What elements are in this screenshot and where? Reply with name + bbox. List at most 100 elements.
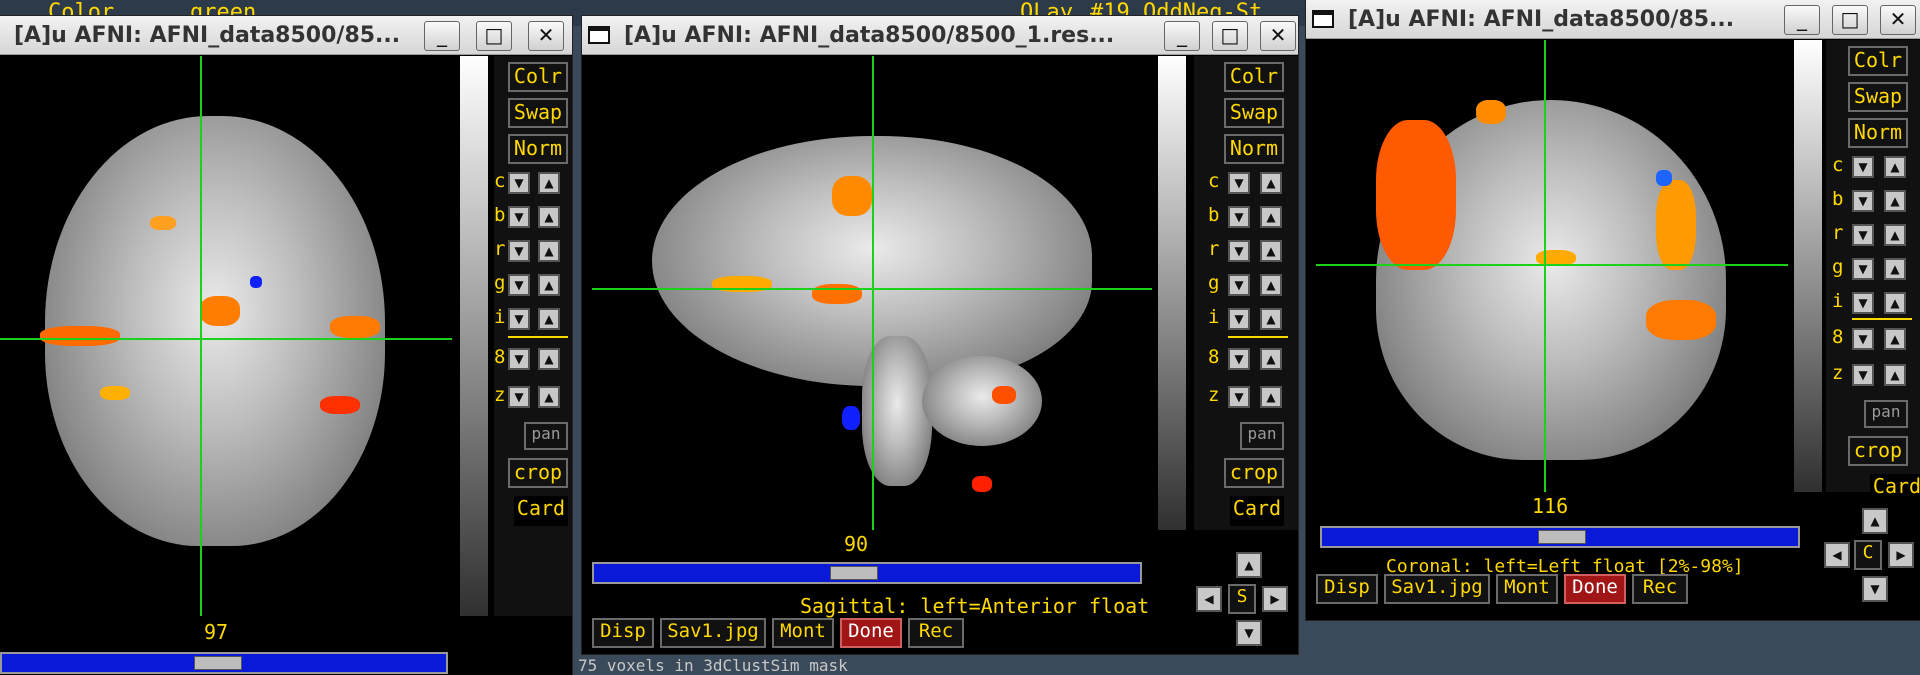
arrow-down-icon[interactable]: ▼ xyxy=(508,172,530,194)
arrow-down-icon[interactable]: ▼ xyxy=(1228,206,1250,228)
slider-thumb[interactable] xyxy=(830,566,878,580)
arrow-down-icon[interactable]: ▼ xyxy=(508,206,530,228)
arrow-down-icon[interactable]: ▼ xyxy=(1228,274,1250,296)
save-button[interactable]: Sav1.jpg xyxy=(1384,574,1490,604)
mont-button[interactable]: Mont xyxy=(1496,574,1558,604)
minimize-button[interactable]: _ xyxy=(424,21,460,51)
done-button[interactable]: Done xyxy=(840,618,902,648)
coronal-image-view[interactable] xyxy=(1316,40,1788,492)
swap-button[interactable]: Swap xyxy=(1848,82,1908,112)
window-menu-icon[interactable] xyxy=(588,26,610,44)
arrow-right-icon[interactable]: ▶ xyxy=(1888,542,1914,568)
arrow-down-icon[interactable]: ▼ xyxy=(1236,620,1262,646)
arrow-down-icon[interactable]: ▼ xyxy=(508,274,530,296)
arrow-down-icon[interactable]: ▼ xyxy=(1852,224,1874,246)
arrow-up-icon[interactable]: ▲ xyxy=(1260,206,1282,228)
arrow-up-icon[interactable]: ▲ xyxy=(1884,258,1906,280)
window-menu-icon[interactable] xyxy=(1312,10,1334,28)
arrow-up-icon[interactable]: ▲ xyxy=(538,308,560,330)
arrow-up-icon[interactable]: ▲ xyxy=(538,386,560,408)
arrow-down-icon[interactable]: ▼ xyxy=(508,386,530,408)
colr-button[interactable]: Colr xyxy=(508,62,568,92)
done-button[interactable]: Done xyxy=(1564,574,1626,604)
arrow-up-icon[interactable]: ▲ xyxy=(538,274,560,296)
maximize-button[interactable]: □ xyxy=(1212,21,1248,51)
arrow-down-icon[interactable]: ▼ xyxy=(1852,190,1874,212)
center-button[interactable]: C xyxy=(1854,540,1882,570)
rec-button[interactable]: Rec xyxy=(908,618,964,648)
arrow-up-icon[interactable]: ▲ xyxy=(1260,172,1282,194)
arrow-up-icon[interactable]: ▲ xyxy=(1260,348,1282,370)
close-button[interactable]: ✕ xyxy=(528,21,564,51)
arrow-down-icon[interactable]: ▼ xyxy=(1228,172,1250,194)
crop-button[interactable]: crop xyxy=(508,458,568,488)
slice-slider[interactable] xyxy=(0,652,448,674)
arrow-left-icon[interactable]: ◀ xyxy=(1196,586,1222,612)
swap-button[interactable]: Swap xyxy=(508,98,568,128)
arrow-down-icon[interactable]: ▼ xyxy=(508,308,530,330)
minimize-button[interactable]: _ xyxy=(1164,21,1200,51)
crop-button[interactable]: crop xyxy=(1224,458,1284,488)
maximize-button[interactable]: □ xyxy=(476,21,512,51)
arrow-up-icon[interactable]: ▲ xyxy=(1236,552,1262,578)
slice-slider[interactable] xyxy=(1320,526,1800,548)
arrow-up-icon[interactable]: ▲ xyxy=(1862,508,1888,534)
rec-button[interactable]: Rec xyxy=(1632,574,1688,604)
close-button[interactable]: ✕ xyxy=(1260,21,1296,51)
arrow-up-icon[interactable]: ▲ xyxy=(1260,308,1282,330)
sagittal-image-view[interactable] xyxy=(592,56,1152,530)
arrow-down-icon[interactable]: ▼ xyxy=(1852,328,1874,350)
arrow-down-icon[interactable]: ▼ xyxy=(1852,292,1874,314)
disp-button[interactable]: Disp xyxy=(592,618,654,648)
colr-button[interactable]: Colr xyxy=(1848,46,1908,76)
arrow-down-icon[interactable]: ▼ xyxy=(1852,258,1874,280)
arrow-down-icon[interactable]: ▼ xyxy=(508,240,530,262)
arrow-up-icon[interactable]: ▲ xyxy=(538,348,560,370)
arrow-up-icon[interactable]: ▲ xyxy=(538,240,560,262)
arrow-left-icon[interactable]: ◀ xyxy=(1824,542,1850,568)
crop-button[interactable]: crop xyxy=(1848,436,1908,466)
arrow-down-icon[interactable]: ▼ xyxy=(1228,348,1250,370)
arrow-down-icon[interactable]: ▼ xyxy=(1228,308,1250,330)
pan-button[interactable]: pan xyxy=(1240,422,1284,450)
arrow-up-icon[interactable]: ▲ xyxy=(538,172,560,194)
norm-button[interactable]: Norm xyxy=(1848,118,1908,148)
card-button[interactable]: Card xyxy=(514,496,568,526)
slider-thumb[interactable] xyxy=(194,656,242,670)
card-button[interactable]: Card xyxy=(1870,474,1920,504)
axial-image-view[interactable] xyxy=(0,56,452,616)
arrow-up-icon[interactable]: ▲ xyxy=(1260,274,1282,296)
arrow-down-icon[interactable]: ▼ xyxy=(1228,240,1250,262)
norm-button[interactable]: Norm xyxy=(1224,134,1284,164)
pan-button[interactable]: pan xyxy=(1864,400,1908,428)
maximize-button[interactable]: □ xyxy=(1832,5,1868,35)
arrow-up-icon[interactable]: ▲ xyxy=(538,206,560,228)
center-button[interactable]: S xyxy=(1228,584,1256,614)
arrow-down-icon[interactable]: ▼ xyxy=(1228,386,1250,408)
arrow-up-icon[interactable]: ▲ xyxy=(1884,156,1906,178)
disp-button[interactable]: Disp xyxy=(1316,574,1378,604)
arrow-up-icon[interactable]: ▲ xyxy=(1884,328,1906,350)
save-button[interactable]: Sav1.jpg xyxy=(660,618,766,648)
arrow-down-icon[interactable]: ▼ xyxy=(508,348,530,370)
minimize-button[interactable]: _ xyxy=(1784,5,1820,35)
arrow-down-icon[interactable]: ▼ xyxy=(1852,364,1874,386)
norm-button[interactable]: Norm xyxy=(508,134,568,164)
arrow-up-icon[interactable]: ▲ xyxy=(1260,240,1282,262)
slider-thumb[interactable] xyxy=(1538,530,1586,544)
colr-button[interactable]: Colr xyxy=(1224,62,1284,92)
arrow-up-icon[interactable]: ▲ xyxy=(1884,190,1906,212)
slice-slider[interactable] xyxy=(592,562,1142,584)
swap-button[interactable]: Swap xyxy=(1224,98,1284,128)
arrow-up-icon[interactable]: ▲ xyxy=(1884,292,1906,314)
close-button[interactable]: ✕ xyxy=(1880,5,1916,35)
arrow-up-icon[interactable]: ▲ xyxy=(1260,386,1282,408)
mont-button[interactable]: Mont xyxy=(772,618,834,648)
arrow-up-icon[interactable]: ▲ xyxy=(1884,224,1906,246)
arrow-up-icon[interactable]: ▲ xyxy=(1884,364,1906,386)
arrow-down-icon[interactable]: ▼ xyxy=(1852,156,1874,178)
card-button[interactable]: Card xyxy=(1230,496,1284,526)
arrow-down-icon[interactable]: ▼ xyxy=(1862,576,1888,602)
pan-button[interactable]: pan xyxy=(524,422,568,450)
arrow-right-icon[interactable]: ▶ xyxy=(1262,586,1288,612)
